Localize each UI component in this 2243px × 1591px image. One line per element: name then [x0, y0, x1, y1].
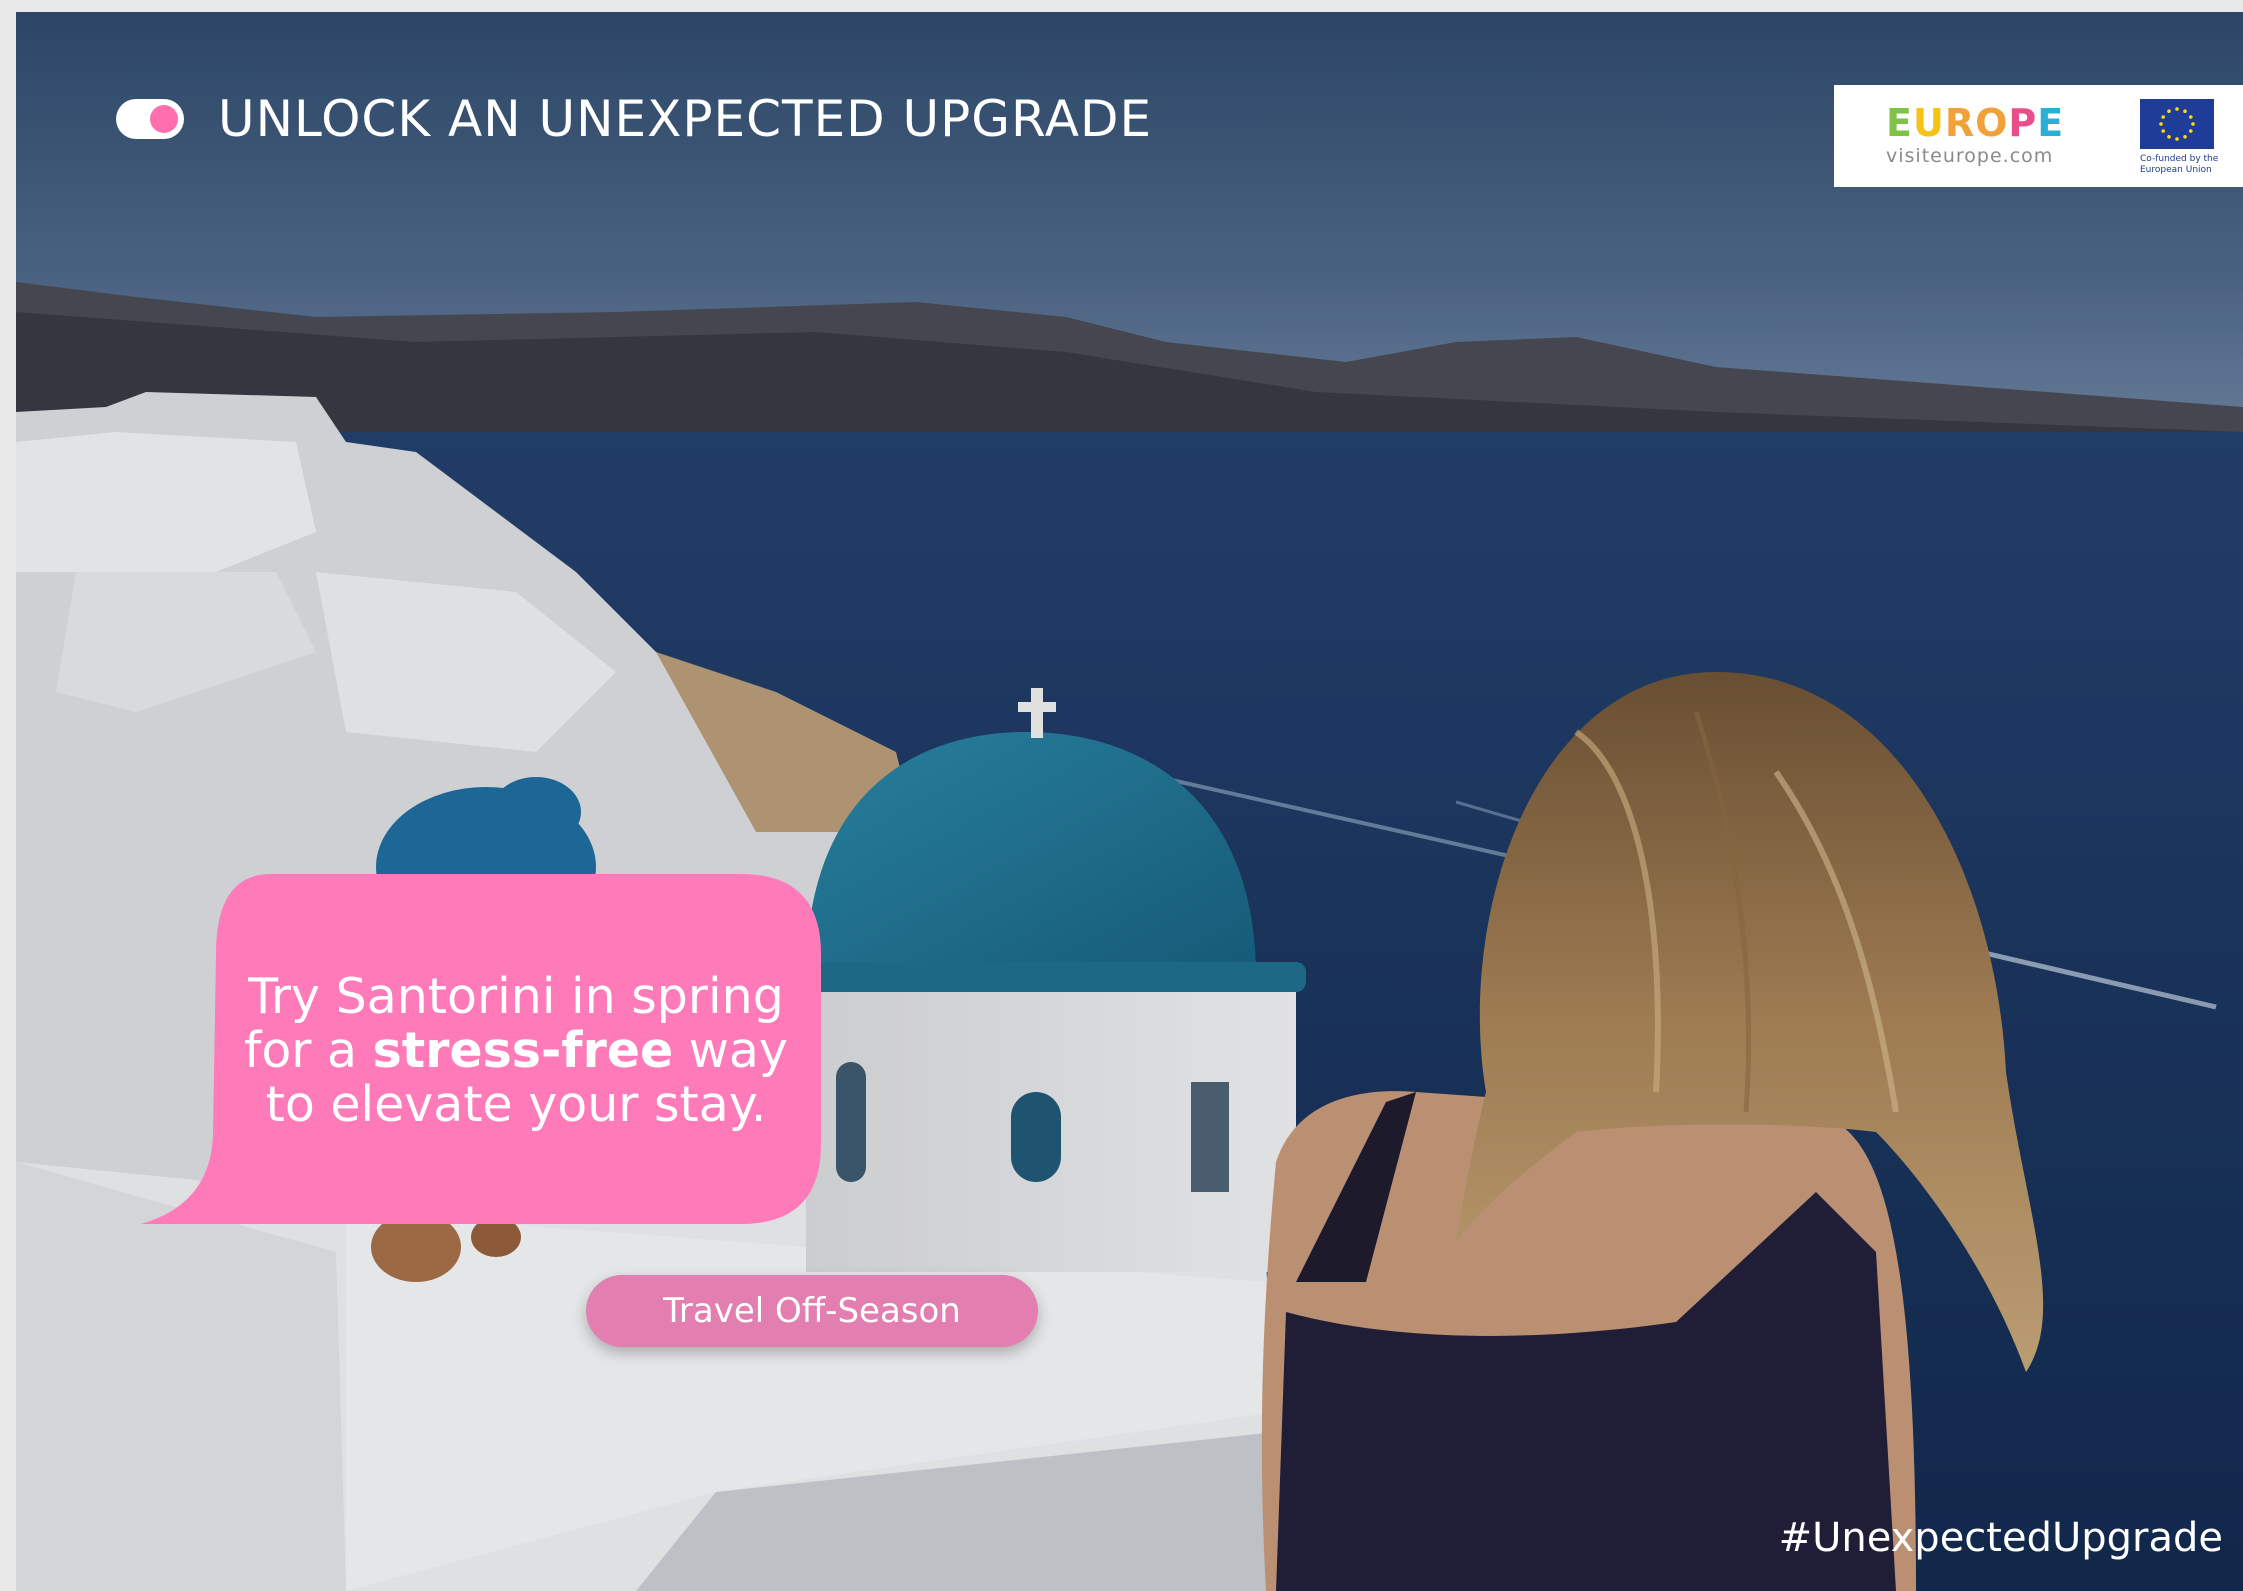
wordmark-letter: U [1912, 101, 1945, 145]
bubble-line-2-post: way [673, 1022, 788, 1079]
bubble-line-1: Try Santorini in spring [248, 968, 784, 1025]
europe-wordmark: EUROPE [1886, 101, 2064, 145]
logo-url: visiteurope.com [1886, 145, 2054, 167]
advertisement-banner: UNLOCK AN UNEXPECTED UPGRADE EUROPE visi… [16, 12, 2243, 1591]
travel-off-season-button[interactable]: Travel Off-Season [586, 1275, 1038, 1347]
bubble-line-2: for a stress-free way [196, 1024, 836, 1078]
eu-caption: Co-funded by the European Union [2140, 154, 2219, 175]
wordmark-letter: E [2037, 101, 2065, 145]
speech-bubble: Try Santorini in spring for a stress-fre… [141, 874, 821, 1224]
wordmark-letter: E [1886, 101, 1913, 145]
headline-text: UNLOCK AN UNEXPECTED UPGRADE [218, 90, 1153, 148]
bubble-line-2-pre: for a [244, 1022, 373, 1079]
headline: UNLOCK AN UNEXPECTED UPGRADE [116, 90, 1152, 148]
toggle-knob [150, 105, 178, 133]
eu-flag-icon [2140, 99, 2214, 149]
wordmark-letter: O [1975, 101, 2009, 145]
bubble-emphasis: stress-free [372, 1022, 674, 1079]
santorini-scene [16, 12, 2243, 1591]
toggle-switch[interactable] [116, 99, 184, 139]
visiteurope-logo[interactable]: EUROPE visiteurope.com Co-funded by the … [1834, 85, 2243, 187]
bubble-line-3: to elevate your stay. [265, 1076, 767, 1133]
wordmark-letter: R [1944, 101, 1976, 145]
wordmark-letter: P [2008, 101, 2038, 145]
hashtag: #UnexpectedUpgrade [1778, 1515, 2223, 1561]
bubble-message: Try Santorini in spring for a stress-fre… [196, 970, 836, 1132]
